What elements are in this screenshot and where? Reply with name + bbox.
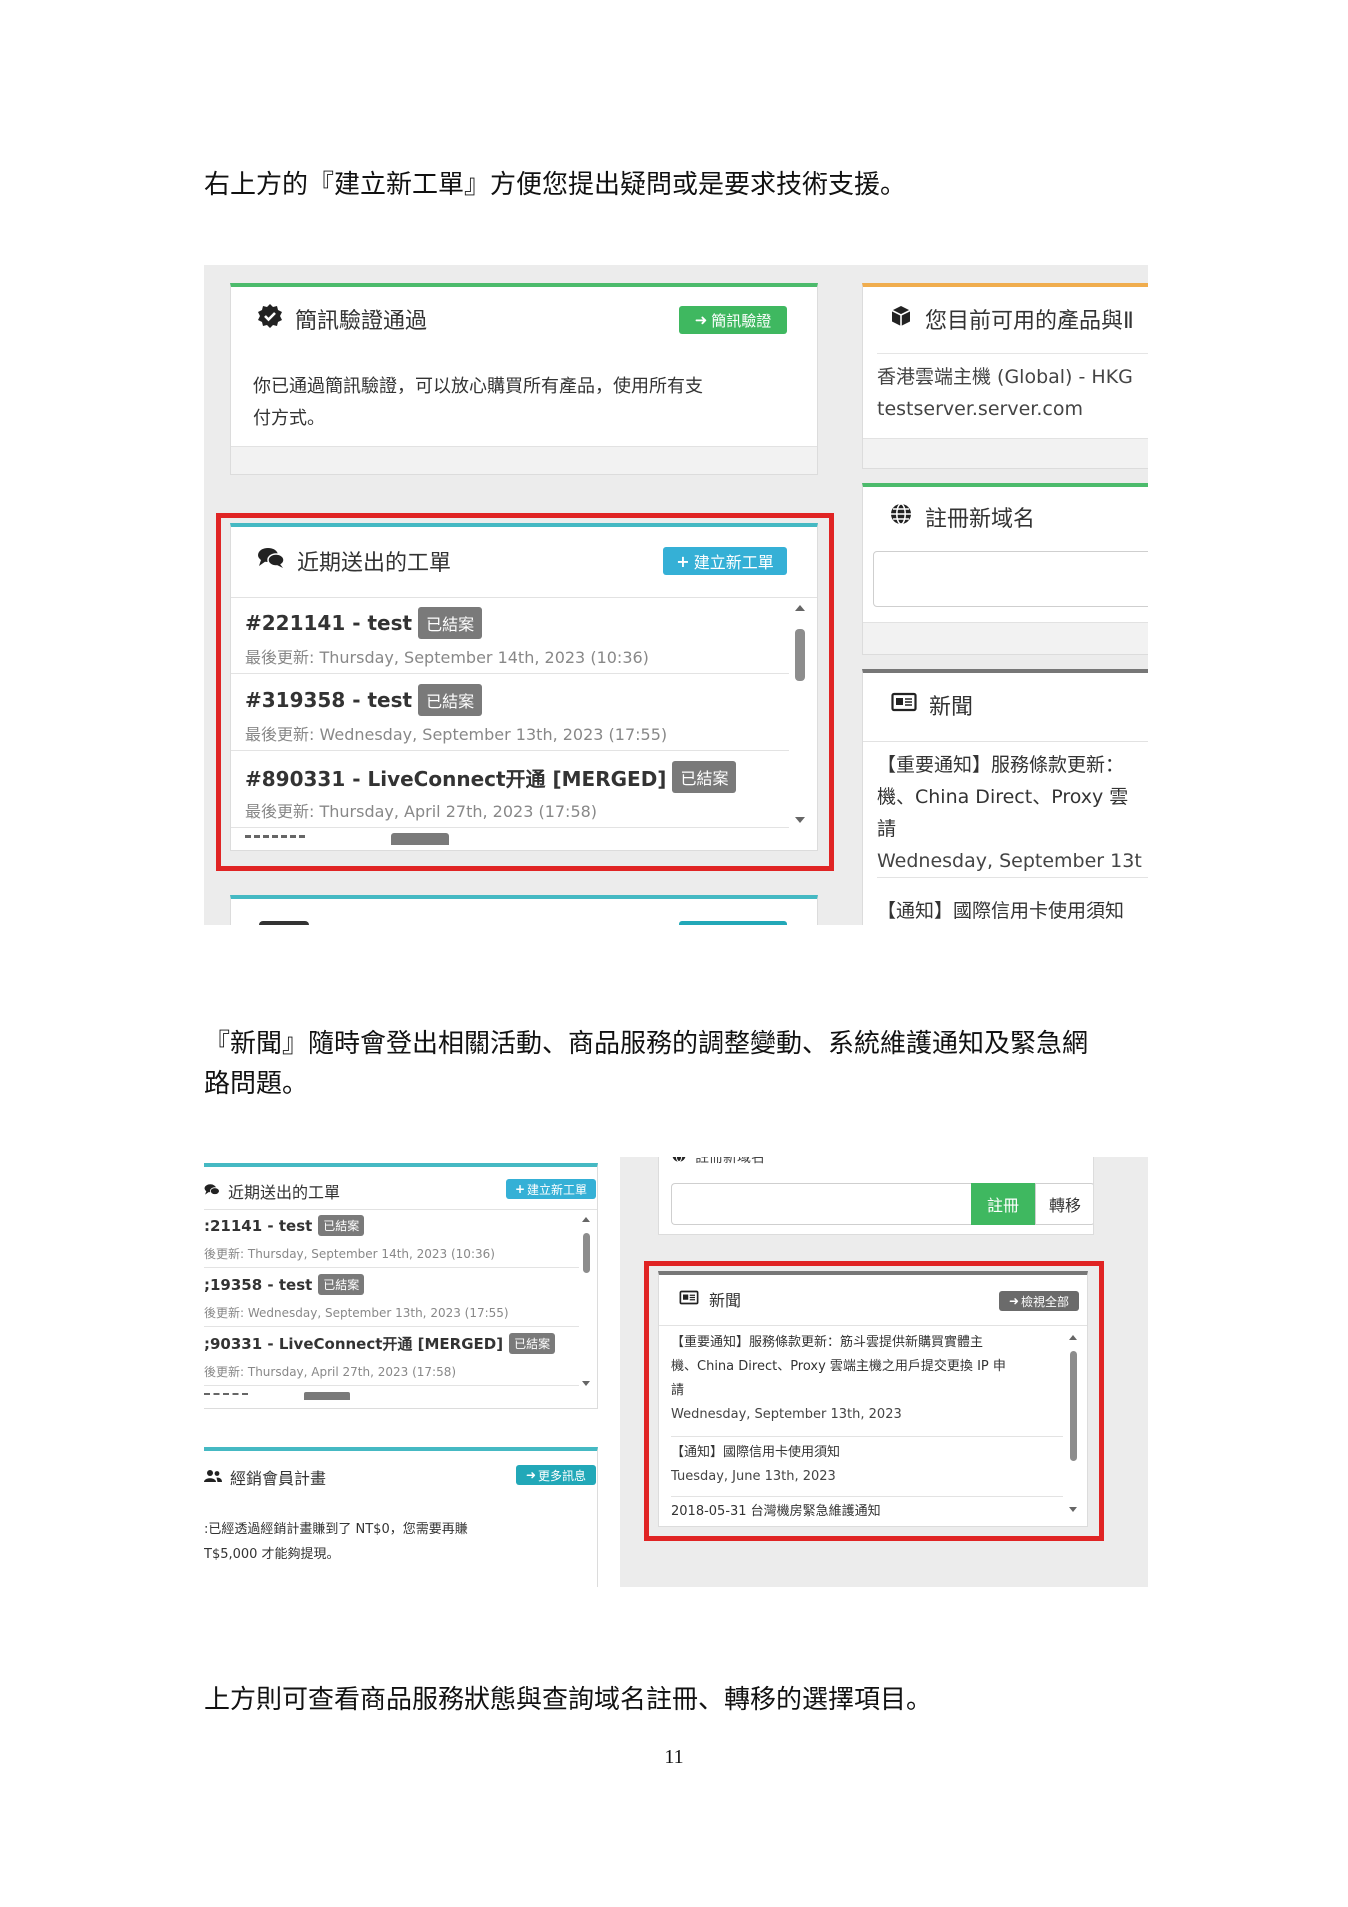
sms-verify-button[interactable]: ➜ 簡訊驗證 bbox=[679, 306, 787, 334]
status-badge bbox=[304, 1392, 350, 1400]
ticket-row-partial bbox=[204, 1393, 248, 1397]
arrow-right-icon: ➜ bbox=[694, 311, 708, 329]
panel-footer bbox=[863, 622, 1148, 654]
paragraph-news-description: 『新聞』隨時會登出相關活動、商品服務的調整變動、系統維護通知及緊急網 路問題。 bbox=[204, 1029, 1089, 1099]
domain-panel-title: 註冊新域名 bbox=[925, 507, 1036, 532]
affiliate-panel bbox=[230, 895, 818, 925]
users-icon bbox=[259, 921, 309, 925]
screenshot-dashboard-tickets: 簡訊驗證通過 ➜ 簡訊驗證 你已通過簡訊驗證，可以放心購買所有產品，使用所有支 … bbox=[204, 265, 1148, 925]
page-number: 11 bbox=[664, 1746, 684, 1768]
panel-footer bbox=[863, 438, 1148, 468]
ticket-row[interactable]: ;90331 - LiveConnect开通 [MERGED] 已結案 後更新:… bbox=[204, 1327, 579, 1386]
users-icon bbox=[204, 1468, 222, 1487]
products-panel-title: 您目前可用的產品與Ⅱ bbox=[925, 309, 1134, 334]
create-ticket-button[interactable]: + 建立新工單 bbox=[506, 1179, 596, 1199]
news-panel-title: 新聞 bbox=[929, 695, 974, 720]
status-badge: 已結案 bbox=[509, 1333, 556, 1354]
arrow-right-icon: ➜ bbox=[525, 1468, 537, 1482]
more-info-button[interactable] bbox=[679, 921, 787, 925]
more-info-button[interactable]: ➜ 更多訊息 bbox=[516, 1465, 596, 1485]
domain-search-input[interactable] bbox=[671, 1183, 971, 1225]
comments-icon bbox=[204, 1182, 220, 1201]
domain-search-input[interactable] bbox=[873, 551, 1148, 607]
domain-register-panel: 註冊新域名 bbox=[862, 483, 1148, 655]
news-panel: 新聞 【重要通知】服務條款更新： 機、China Direct、Proxy 雲 … bbox=[862, 669, 1148, 925]
register-domain-button[interactable]: 註冊 bbox=[971, 1183, 1035, 1225]
paragraph-domain-description: 上方則可查看商品服務狀態與查詢域名註冊、轉移的選擇項目。 bbox=[204, 1685, 933, 1715]
highlight-box bbox=[644, 1261, 1104, 1541]
domain-register-panel: 註冊新域名 註冊 轉移 bbox=[658, 1157, 1094, 1235]
paragraph-intro-tickets: 右上方的『建立新工單』方便您提出疑問或是要求技術支援。 bbox=[204, 170, 907, 200]
sms-verification-panel: 簡訊驗證通過 ➜ 簡訊驗證 你已通過簡訊驗證，可以放心購買所有產品，使用所有支 … bbox=[230, 283, 818, 475]
sms-panel-title: 簡訊驗證通過 bbox=[295, 309, 428, 334]
ticket-row[interactable]: :21141 - test 已結案 後更新: Thursday, Septemb… bbox=[204, 1209, 579, 1268]
news-item[interactable]: 【通知】國際信用卡使用須知 bbox=[877, 895, 1124, 925]
screenshot-dashboard-news: 近期送出的工單 + 建立新工單 :21141 - test 已結案 後更新: T… bbox=[204, 1157, 1148, 1587]
status-badge: 已結案 bbox=[318, 1215, 365, 1236]
ticket-row[interactable]: ;19358 - test 已結案 後更新: Wednesday, Septem… bbox=[204, 1268, 579, 1327]
tickets-scrollbar[interactable] bbox=[582, 1215, 596, 1391]
domain-panel-title: 註冊新域名 bbox=[695, 1157, 765, 1166]
newspaper-icon bbox=[891, 692, 917, 718]
affiliate-panel-title: 經銷會員計畫 bbox=[230, 1469, 327, 1488]
products-panel: 您目前可用的產品與Ⅱ 香港雲端主機 (Global) - HKG testser… bbox=[862, 283, 1148, 469]
product-item[interactable]: 香港雲端主機 (Global) - HKG testserver.server.… bbox=[877, 361, 1133, 425]
plus-icon: + bbox=[514, 1182, 526, 1196]
badge-check-icon bbox=[257, 303, 283, 335]
cube-icon bbox=[889, 304, 913, 334]
panel-footer bbox=[231, 446, 817, 474]
globe-icon bbox=[671, 1157, 687, 1167]
news-item[interactable]: 【重要通知】服務條款更新： 機、China Direct、Proxy 雲 請 W… bbox=[877, 749, 1148, 878]
transfer-domain-button[interactable]: 轉移 bbox=[1035, 1183, 1093, 1225]
affiliate-text: :已經透過經銷計畫賺到了 NT$0，您需要再賺 T$5,000 才能夠提現。 bbox=[204, 1522, 468, 1562]
affiliate-panel: 經銷會員計畫 ➜ 更多訊息 :已經透過經銷計畫賺到了 NT$0，您需要再賺 T$… bbox=[204, 1447, 598, 1587]
tickets-panel-title: 近期送出的工單 bbox=[228, 1183, 341, 1202]
highlight-box bbox=[216, 513, 834, 871]
recent-tickets-panel: 近期送出的工單 + 建立新工單 :21141 - test 已結案 後更新: T… bbox=[204, 1163, 598, 1409]
status-badge: 已結案 bbox=[318, 1274, 365, 1295]
globe-icon bbox=[889, 502, 913, 532]
sms-panel-text: 你已通過簡訊驗證，可以放心購買所有產品，使用所有支 付方式。 bbox=[253, 376, 703, 429]
